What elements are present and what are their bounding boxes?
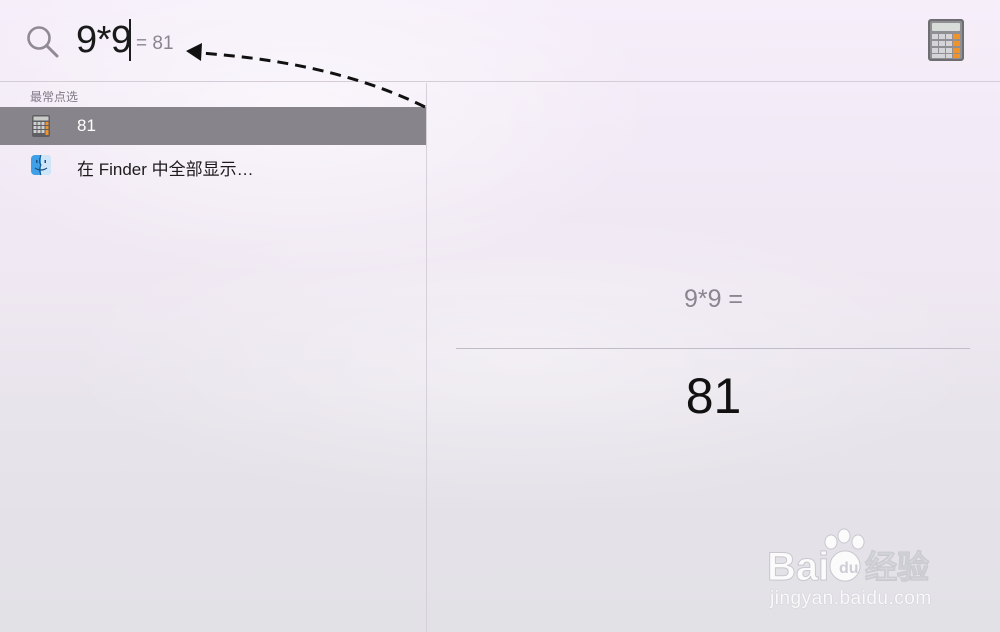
inline-result: = 81: [136, 33, 174, 54]
result-row-calculator[interactable]: 81: [0, 107, 426, 145]
search-input[interactable]: 9*9: [76, 18, 132, 62]
spotlight-window: 9*9 = 81 最常点选 81 在 Finder 中全部显示… 9*9 = 8…: [0, 0, 1000, 632]
watermark-url: jingyan.baidu.com: [770, 588, 932, 609]
calculator-app-icon: [928, 19, 964, 61]
svg-text:du: du: [839, 560, 859, 577]
result-row-show-all-in-finder[interactable]: 在 Finder 中全部显示…: [0, 146, 426, 184]
preview-divider: [456, 348, 970, 349]
finder-icon: [31, 154, 51, 176]
search-icon: [27, 26, 59, 58]
svg-text:Bai: Bai: [767, 545, 829, 589]
svg-text:经验: 经验: [865, 548, 929, 586]
preview-result[interactable]: 81: [427, 367, 1000, 425]
result-label: 在 Finder 中全部显示…: [77, 160, 254, 179]
search-bar[interactable]: 9*9 = 81: [0, 0, 1000, 82]
text-caret: [129, 19, 131, 61]
calculator-icon: [32, 115, 50, 137]
results-list: 最常点选 81 在 Finder 中全部显示…: [0, 83, 426, 632]
result-label: 81: [77, 116, 96, 135]
section-header-top-hits: 最常点选: [30, 90, 79, 104]
preview-expression: 9*9 =: [683, 285, 744, 313]
